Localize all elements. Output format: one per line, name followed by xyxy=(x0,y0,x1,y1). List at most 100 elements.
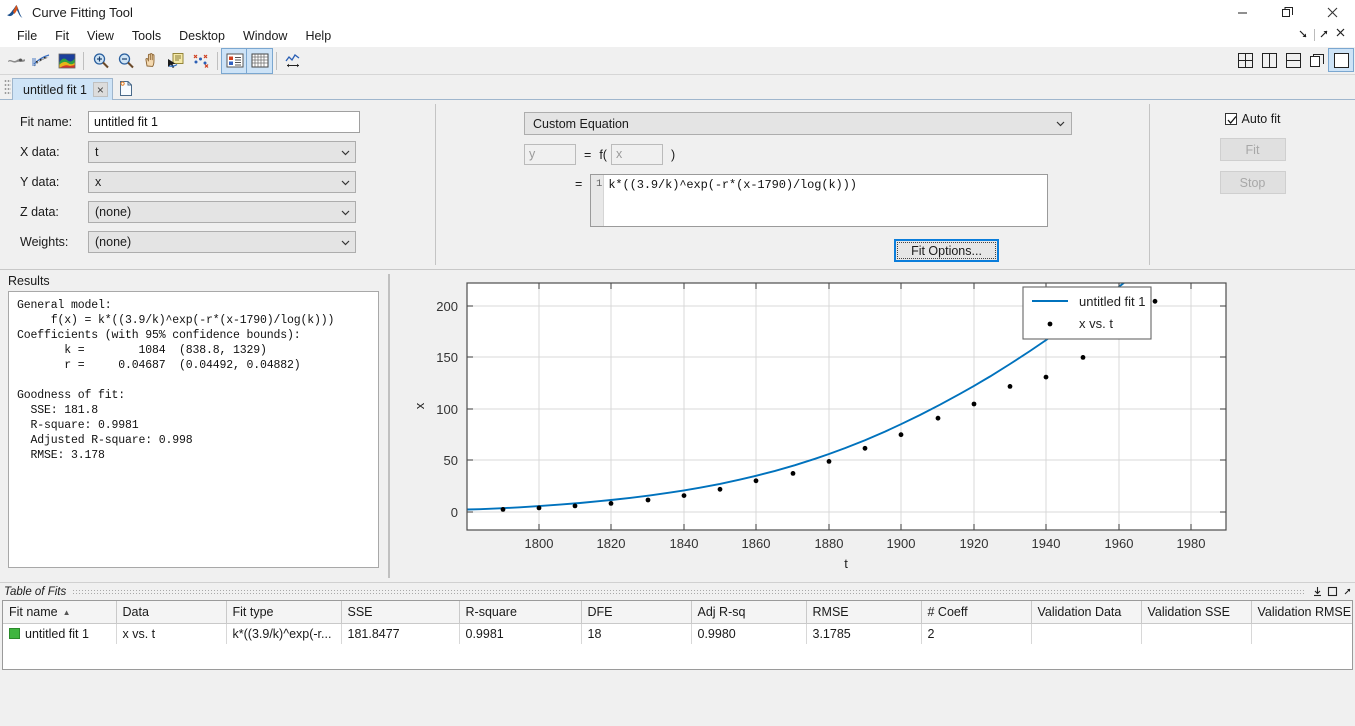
svg-text:100: 100 xyxy=(436,402,458,417)
fit-type-value: Custom Equation xyxy=(533,116,629,131)
fit-configuration-panel: Fit name: untitled fit 1 X data: t Y dat… xyxy=(0,100,1355,270)
x-data-row: X data: t xyxy=(20,140,435,164)
y-axis-label: x xyxy=(412,402,427,409)
x-data-dropdown[interactable]: t xyxy=(88,141,356,163)
exclude-outliers-icon[interactable] xyxy=(188,49,213,73)
z-data-value: (none) xyxy=(95,205,132,219)
weights-label: Weights: xyxy=(20,235,69,249)
minimize-button[interactable] xyxy=(1220,0,1265,24)
layout-columns-icon[interactable] xyxy=(1257,49,1281,71)
undock-panel-icon[interactable] xyxy=(1340,585,1355,599)
menu-tools[interactable]: Tools xyxy=(123,27,170,45)
menu-view[interactable]: View xyxy=(78,27,123,45)
tab-close-icon[interactable]: × xyxy=(92,82,108,97)
z-data-dropdown[interactable]: (none) xyxy=(88,201,356,223)
col-rmse[interactable]: RMSE xyxy=(806,601,922,624)
cell-r-square: 0.9981 xyxy=(459,623,582,644)
close-button[interactable] xyxy=(1310,0,1355,24)
dependent-var-input[interactable]: y xyxy=(524,144,576,165)
auto-fit-checkbox[interactable]: Auto fit xyxy=(1224,112,1280,126)
results-panel: Results General model: f(x) = k*((3.9/k)… xyxy=(0,270,388,582)
col-sse[interactable]: SSE xyxy=(341,601,460,624)
cell-rmse: 3.1785 xyxy=(806,623,922,644)
toolbar-divider xyxy=(83,51,84,70)
equation-group: Custom Equation y = f( x ) = 1 k*((3.9/k… xyxy=(436,100,1149,269)
table-row[interactable]: untitled fit 1 x vs. t k*((3.9/k)^exp(-r… xyxy=(3,623,1352,644)
matlab-icon xyxy=(6,4,28,20)
menu-file[interactable]: File xyxy=(8,27,46,45)
chevron-down-icon xyxy=(340,147,351,158)
legend-toggle-icon[interactable] xyxy=(221,47,248,74)
equation-editor[interactable]: 1 k*((3.9/k)^exp(-r*(x-1790)/log(k))) xyxy=(590,174,1049,227)
y-data-label: Y data: xyxy=(20,175,60,189)
cell-validation-sse xyxy=(1141,623,1252,644)
y-data-row: Y data: x xyxy=(20,170,435,194)
maximize-button[interactable] xyxy=(1265,0,1310,24)
layout-single-icon[interactable] xyxy=(1328,48,1354,72)
col-num-coeff[interactable]: # Coeff xyxy=(921,601,1032,624)
maximize-panel-icon[interactable] xyxy=(1325,585,1340,599)
tab-untitled-fit-1[interactable]: untitled fit 1 × xyxy=(12,78,113,100)
data-cursor-icon[interactable] xyxy=(163,49,188,73)
pan-icon[interactable] xyxy=(138,49,163,73)
window-title: Curve Fitting Tool xyxy=(32,4,133,20)
col-data[interactable]: Data xyxy=(116,601,227,624)
function-close-paren: ) xyxy=(670,147,676,162)
col-fit-type[interactable]: Fit type xyxy=(226,601,342,624)
undock-icon[interactable] xyxy=(1296,27,1312,43)
fit-plot[interactable]: 1800 1820 1840 1860 1880 1900 1920 1940 1960… xyxy=(390,270,1353,582)
fit-button[interactable]: Fit xyxy=(1219,138,1286,161)
dock-controls xyxy=(1296,27,1351,43)
zoom-out-icon[interactable] xyxy=(113,49,138,73)
independent-var-input[interactable]: x xyxy=(610,144,663,165)
weights-dropdown[interactable]: (none) xyxy=(88,231,356,253)
fit-options-label: Fit Options... xyxy=(911,243,982,258)
fit-button-label: Fit xyxy=(1245,142,1260,157)
fit-name-label: Fit name: xyxy=(20,115,73,129)
menu-fit[interactable]: Fit xyxy=(46,27,78,45)
surface-plot-icon[interactable] xyxy=(54,49,79,73)
stop-button[interactable]: Stop xyxy=(1219,171,1286,194)
col-validation-sse[interactable]: Validation SSE xyxy=(1141,601,1252,624)
new-fit-tab[interactable] xyxy=(113,77,139,99)
col-adj-r-sq[interactable]: Adj R-sq xyxy=(691,601,807,624)
prediction-bounds-icon[interactable] xyxy=(29,49,54,73)
col-validation-rmse[interactable]: Validation RMSE xyxy=(1251,601,1352,624)
y-data-dropdown[interactable]: x xyxy=(88,171,356,193)
tab-drag-handle[interactable] xyxy=(4,79,11,96)
svg-text:1840: 1840 xyxy=(670,536,699,551)
fit-curve-icon[interactable] xyxy=(4,49,29,73)
svg-text:1860: 1860 xyxy=(742,536,771,551)
svg-text:1820: 1820 xyxy=(597,536,626,551)
plot-panel[interactable]: 1800 1820 1840 1860 1880 1900 1920 1940 1960… xyxy=(390,270,1355,582)
menu-window[interactable]: Window xyxy=(234,27,296,45)
col-r-square[interactable]: R-square xyxy=(459,601,582,624)
menu-help[interactable]: Help xyxy=(296,27,340,45)
fit-type-dropdown[interactable]: Custom Equation xyxy=(524,112,1072,135)
axes-limits-icon[interactable] xyxy=(281,49,306,73)
z-data-row: Z data: (none) xyxy=(20,200,435,224)
layout-rows-icon[interactable] xyxy=(1281,49,1305,71)
zoom-in-icon[interactable] xyxy=(88,49,113,73)
table-of-fits[interactable]: Fit name ▲ Data Fit type SSE R-square DFE… xyxy=(2,600,1353,670)
dock-divider xyxy=(1314,29,1315,41)
fit-options-button[interactable]: Fit Options... xyxy=(894,239,999,262)
minimize-panel-icon[interactable] xyxy=(1310,585,1325,599)
svg-text:1980: 1980 xyxy=(1177,536,1206,551)
fit-name-row: Fit name: untitled fit 1 xyxy=(20,110,435,134)
grid-toggle-icon[interactable] xyxy=(246,47,273,74)
layout-grid-icon[interactable] xyxy=(1233,49,1257,71)
panel-drag-handle[interactable] xyxy=(72,588,1304,595)
layout-cascade-icon[interactable] xyxy=(1305,49,1329,71)
weights-value: (none) xyxy=(95,235,132,249)
stop-button-label: Stop xyxy=(1239,175,1266,190)
col-validation-data[interactable]: Validation Data xyxy=(1031,601,1142,624)
col-dfe[interactable]: DFE xyxy=(581,601,692,624)
minimize-dock-icon[interactable] xyxy=(1317,27,1333,43)
col-fit-name[interactable]: Fit name ▲ xyxy=(3,601,117,624)
close-panel-icon[interactable] xyxy=(1335,27,1351,43)
fit-name-input[interactable]: untitled fit 1 xyxy=(88,111,360,133)
menu-desktop[interactable]: Desktop xyxy=(170,27,234,45)
fit-controls-group: Auto fit Fit Stop xyxy=(1150,100,1355,269)
svg-text:200: 200 xyxy=(436,299,458,314)
